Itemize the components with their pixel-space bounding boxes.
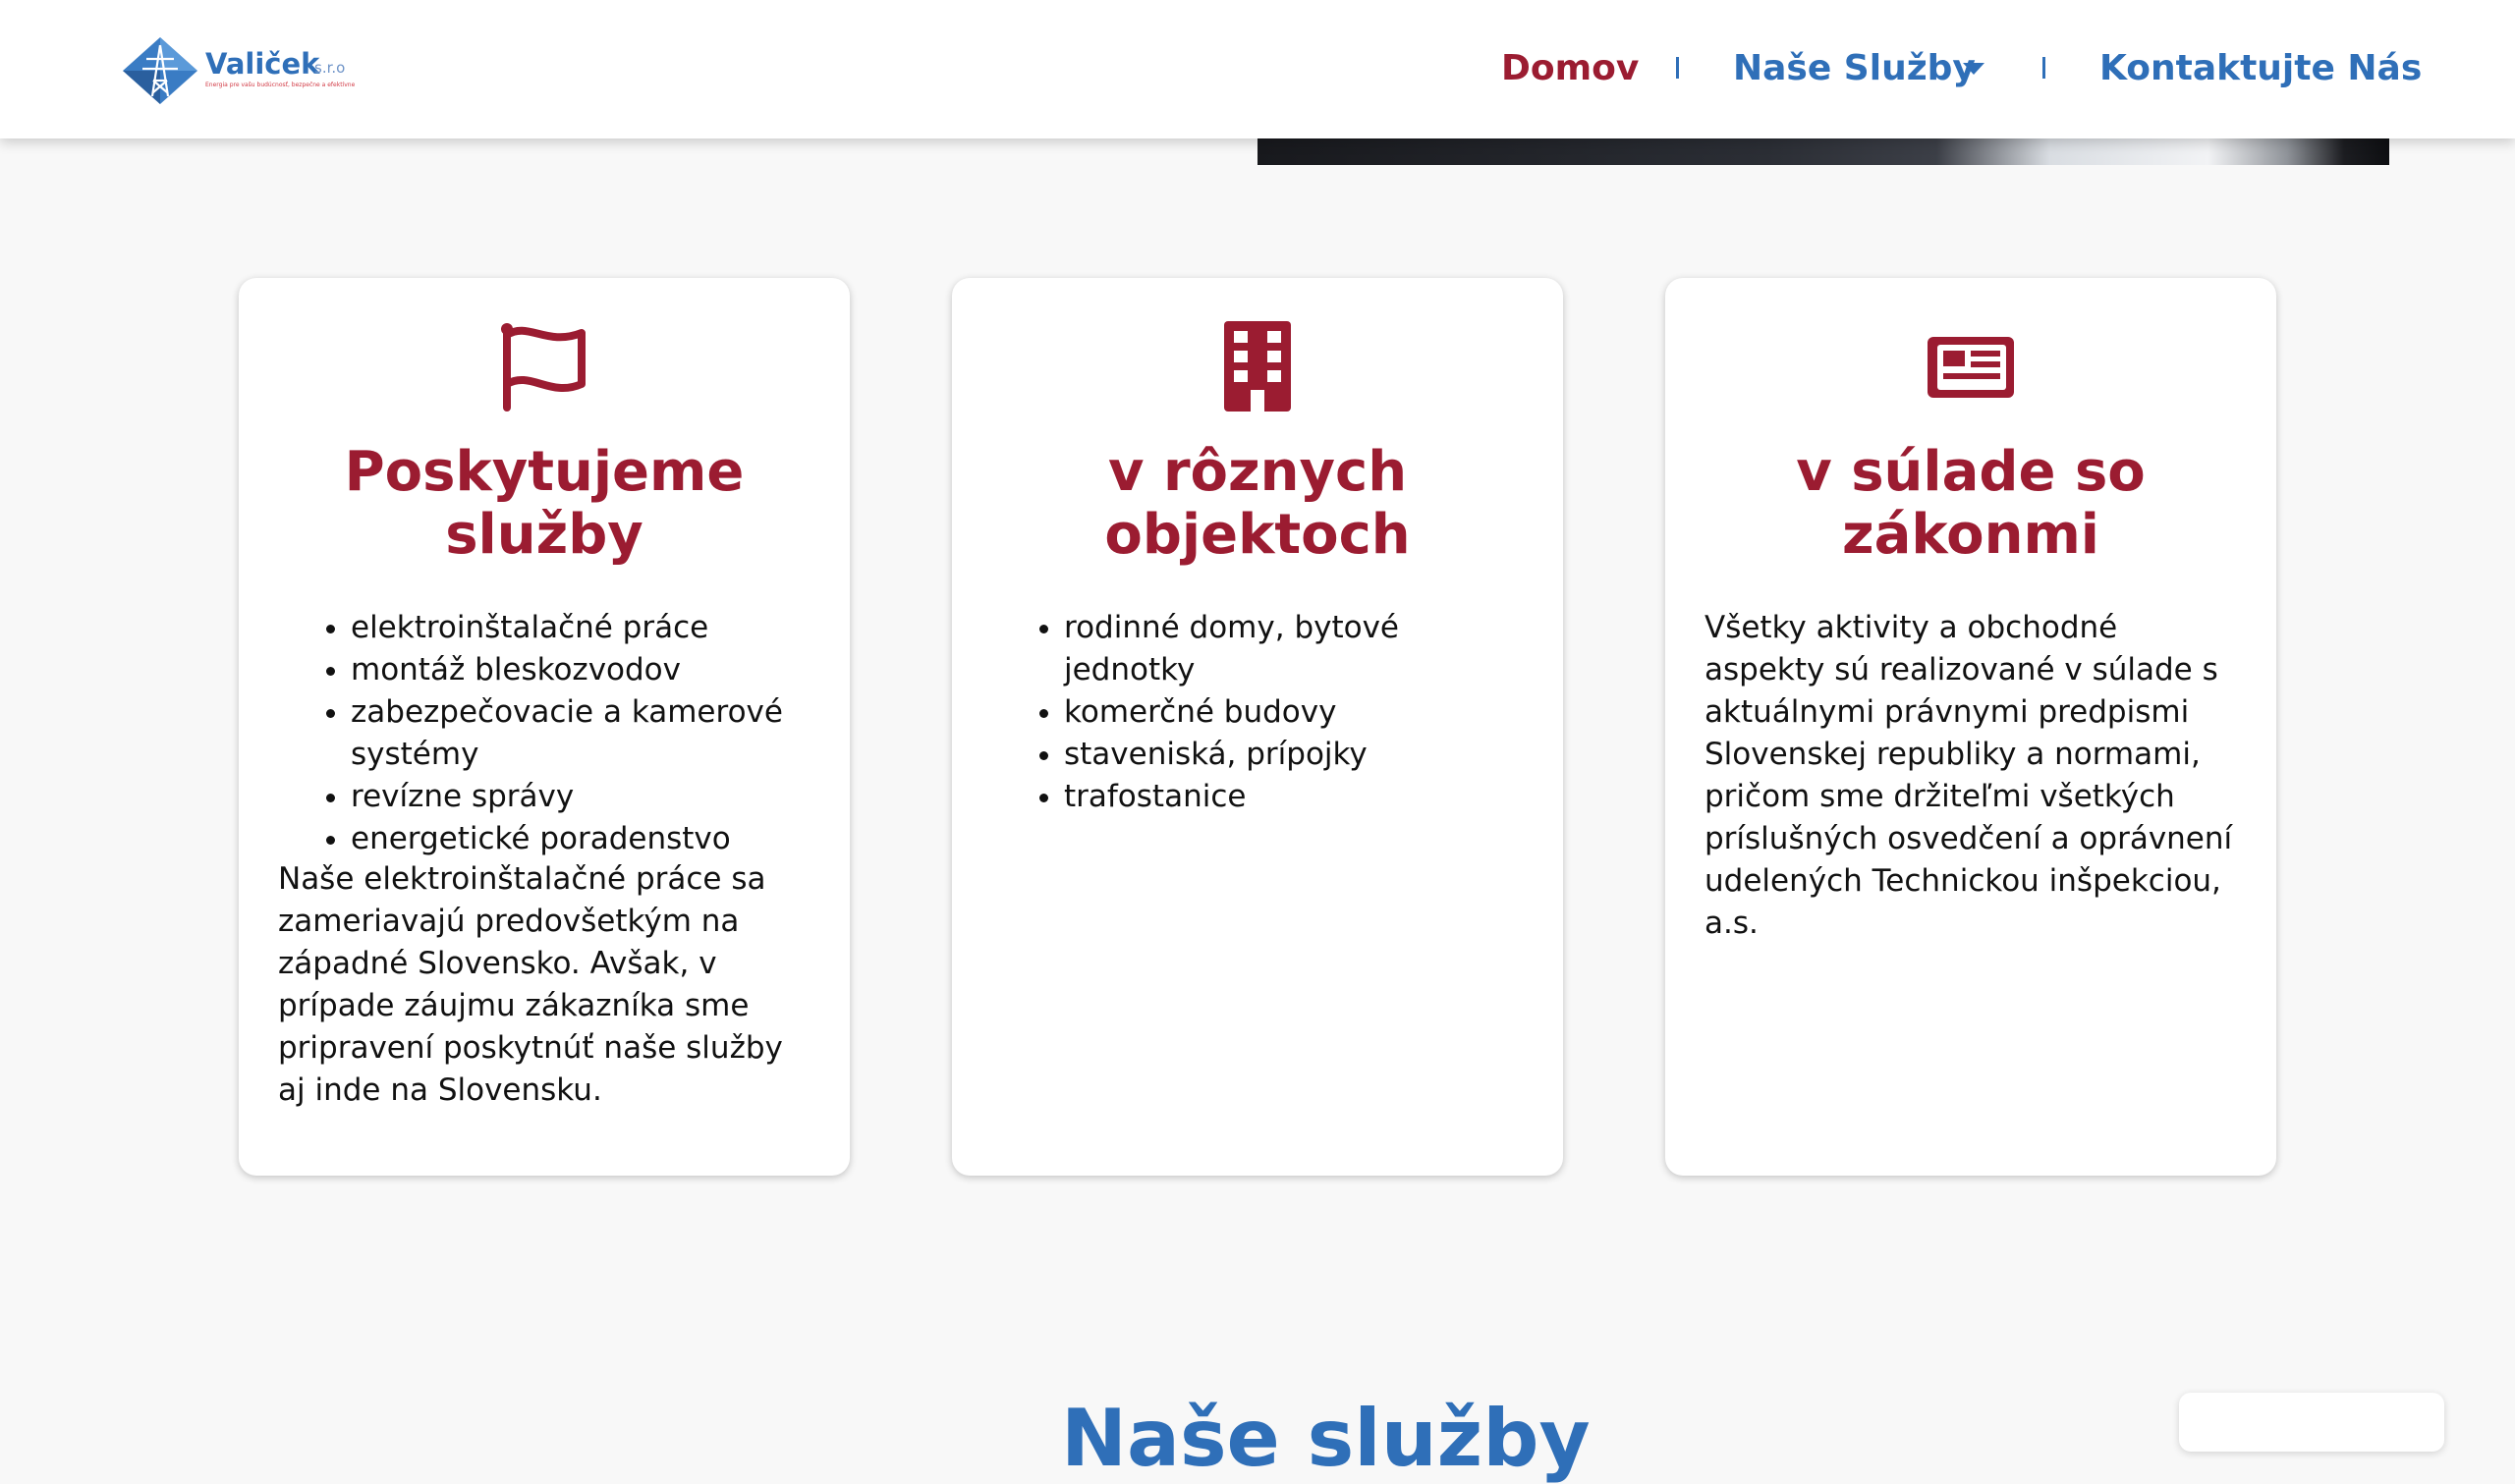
feature-card-legal: v súlade so zákonmi Všetky aktivity a ob… (1665, 278, 2276, 1176)
card-description: Všetky aktivity a obchodné aspekty sú re… (1705, 610, 2233, 941)
nav-services-link[interactable]: Naše Služby (1733, 45, 1976, 92)
list-item: montáž bleskozvodov (351, 649, 820, 691)
hero-image-strip (1258, 138, 2389, 165)
next-section-card (2179, 1393, 2444, 1452)
nav-home-link[interactable]: Domov (1501, 45, 1639, 92)
list-item: zabezpečovacie a kamerové systémy (351, 691, 820, 776)
list-item: trafostanice (1064, 776, 1534, 818)
nav-contact-link[interactable]: Kontaktujte Nás (2099, 45, 2422, 92)
feature-card-objects: v rôznych objektoch rodinné domy, bytové… (952, 278, 1563, 1176)
next-section-title: Naše služby (1061, 1393, 1591, 1484)
site-header: Valiček s.r.o Energia pre vašu budúcnosť… (0, 0, 2515, 138)
chevron-down-icon[interactable] (1963, 63, 1984, 75)
list-item: energetické poradenstvo (351, 818, 820, 860)
list-item: rodinné domy, bytové jednotky (1064, 607, 1534, 691)
card-title: v súlade so zákonmi (1796, 440, 2146, 567)
main-nav: Domov Naše Služby Kontaktujte Nás (0, 45, 2515, 94)
objects-list: rodinné domy, bytové jednotky komerčné b… (1023, 607, 1534, 818)
list-item: staveniská, prípojky (1064, 734, 1534, 776)
nav-separator (1676, 57, 1679, 79)
list-item: revízne správy (351, 776, 820, 818)
list-item: komerčné budovy (1064, 691, 1534, 734)
services-list: elektroinštalačné práce montáž bleskozvo… (309, 607, 820, 860)
flag-icon (501, 323, 586, 412)
nav-separator (2042, 57, 2045, 79)
newspaper-icon (1928, 337, 2014, 398)
card-title: v rôznych objektoch (1104, 440, 1411, 567)
feature-card-services: Poskytujeme služby elektroinštalačné prá… (239, 278, 850, 1176)
list-item: elektroinštalačné práce (351, 607, 820, 649)
building-icon (1224, 321, 1291, 412)
card-description: Naše elektroinštalačné práce sa zameriav… (278, 861, 783, 1108)
card-title: Poskytujeme služby (344, 440, 745, 567)
